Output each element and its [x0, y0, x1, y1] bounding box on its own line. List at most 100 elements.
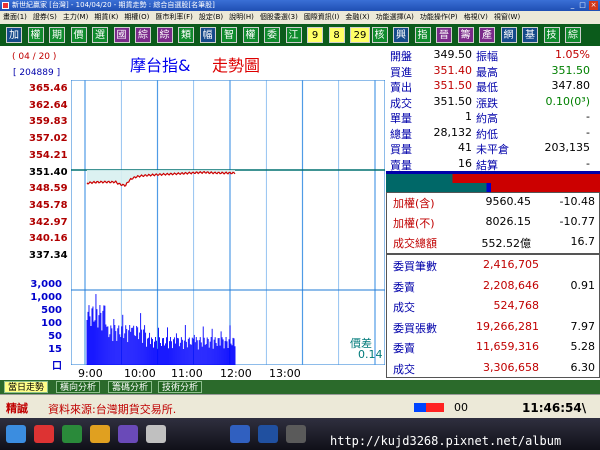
quote-value: 1	[465, 110, 472, 123]
order-stat-value: 11,659,316	[476, 340, 539, 353]
taskbar: http://kujd3268.pixnet.net/album	[0, 418, 600, 450]
tab-2[interactable]: 橫向分析	[56, 381, 101, 393]
buy-sell-strength-bars	[386, 174, 600, 192]
tab-1[interactable]: 當日走勢	[4, 381, 49, 393]
menu-item[interactable]: 匯市利率(F)	[152, 11, 196, 24]
toolbar-button[interactable]: 權	[242, 27, 259, 43]
toolbar-button[interactable]: 江	[285, 27, 302, 43]
toolbar-button[interactable]: 核	[371, 27, 388, 43]
toolbar-button[interactable]: 國	[113, 27, 130, 43]
close-button[interactable]: ×	[589, 1, 598, 10]
index-change: 16.7	[570, 235, 596, 248]
quote-label-2: 最低	[476, 81, 498, 94]
quote-label-2: 約低	[476, 127, 498, 141]
index-label: 成交總額	[393, 237, 437, 250]
menu-item[interactable]: 格視(V)	[461, 11, 491, 24]
quote-row: 開盤 349.50 振幅 1.05%	[386, 48, 600, 63]
toolbar-button[interactable]: 網	[500, 27, 517, 43]
menu-item[interactable]: 個股委選(3)	[257, 11, 301, 24]
tab-4[interactable]: 技術分析	[158, 381, 203, 393]
toolbar-button[interactable]: 期	[49, 27, 65, 43]
price-tick-label: 345.78	[29, 199, 68, 211]
intraday-chart[interactable]	[71, 80, 385, 365]
toolbar-button[interactable]: 權	[27, 27, 44, 43]
status-count: 00	[454, 401, 468, 414]
time-tick-label: 13:00	[269, 367, 301, 380]
app-icon-1[interactable]	[34, 425, 54, 443]
menu-item[interactable]: 功能操作(P)	[417, 11, 461, 24]
price-tick-label: 342.97	[29, 216, 68, 228]
toolbar-button[interactable]: 指	[414, 27, 431, 43]
strength-bar-bottom	[386, 183, 600, 192]
quote-row: 總量 28,132 約低 -	[386, 126, 600, 141]
toolbar-button[interactable]: 晉	[436, 27, 452, 43]
maximize-button[interactable]: □	[578, 1, 587, 10]
quote-value-2: -	[586, 156, 590, 170]
toolbar-button[interactable]: 基	[522, 27, 538, 43]
app-icon-4[interactable]	[118, 425, 138, 443]
toolbar-button[interactable]: 價	[70, 27, 87, 43]
quote-label: 買量	[390, 143, 412, 156]
menu-item[interactable]: 功能選擇(A)	[373, 11, 417, 24]
quote-label-2: 漲跌	[476, 96, 498, 110]
quote-value-2: 0.10(0³)	[545, 94, 590, 108]
menu-item[interactable]: 說明(H)	[226, 11, 257, 24]
toolbar-button[interactable]: 產	[479, 27, 495, 43]
volume-tick-label: 500	[41, 305, 62, 316]
toolbar-button[interactable]: 技	[543, 27, 560, 43]
toolbar-button[interactable]: 委	[264, 27, 280, 43]
toolbar-button[interactable]: 29	[350, 27, 370, 43]
app-icon-5[interactable]	[146, 425, 166, 443]
time-tick-label: 10:00	[124, 367, 156, 380]
start-icon[interactable]	[6, 425, 26, 443]
menu-item[interactable]: 證券(S)	[30, 11, 60, 24]
minimize-button[interactable]: _	[568, 1, 577, 10]
menu-item[interactable]: 畫面(1)	[0, 11, 30, 24]
time-tick-label: 12:00	[220, 367, 252, 380]
connection-lamp-icon	[414, 403, 444, 412]
toolbar-button[interactable]: 8	[328, 27, 345, 43]
toolbar-button[interactable]: 籌	[457, 27, 474, 43]
quote-value-2: -	[586, 125, 590, 139]
toolbar-button[interactable]: 綜	[135, 27, 151, 43]
menu-item[interactable]: 設定(B)	[196, 11, 226, 24]
menu-item[interactable]: 金融(X)	[342, 11, 372, 24]
toolbar-button[interactable]: 幅	[199, 27, 216, 43]
toolbar-button[interactable]: 9	[307, 27, 323, 43]
app-icon-2[interactable]	[62, 425, 82, 443]
app-icon-3[interactable]	[90, 425, 110, 443]
analysis-tabs: 當日走勢 橫向分析 籌碼分析 技術分析	[0, 380, 600, 394]
quote-value: 351.40	[433, 63, 473, 77]
menu-item[interactable]: 期貨(K)	[91, 11, 121, 24]
order-stat-ratio: 0.91	[570, 278, 596, 292]
toolbar-button[interactable]: 興	[393, 27, 409, 43]
menu-item[interactable]: 視窗(W)	[491, 11, 523, 24]
tab-3[interactable]: 籌碼分析	[108, 381, 153, 393]
index-row: 加權(含) 9560.45 -10.48	[387, 193, 600, 213]
menu-item[interactable]: 國際資訊(I)	[301, 11, 343, 24]
quote-label: 成交	[390, 96, 412, 110]
menu-item[interactable]: 主力(M)	[60, 11, 92, 24]
title-bar: 新世紀贏家 [台灣] - 104/04/20 - 期貨走勢 : 綜合自選股[名筆…	[0, 0, 600, 11]
quote-label: 開盤	[390, 50, 412, 63]
chart-date: ( 04 / 20 )	[12, 52, 57, 62]
index-row: 成交總額 552.52億 16.7	[387, 233, 600, 253]
order-stat-value: 2,208,646	[483, 278, 539, 292]
order-stat-ratio: 6.30	[570, 360, 596, 374]
menu-item[interactable]: 期權(O)	[121, 11, 152, 24]
toolbar-button[interactable]: 類	[178, 27, 194, 43]
toolbar-button[interactable]: 智	[221, 27, 237, 43]
app-icon-8[interactable]	[286, 425, 306, 443]
toolbar-button[interactable]: 綜	[565, 27, 581, 43]
price-tick-label: 359.83	[29, 116, 68, 128]
order-stats-panel: 委買筆數 2,416,705 委賣 2,208,646 0.91 成交 524,768 委買張…	[386, 254, 600, 378]
app-icon-6[interactable]	[230, 425, 250, 443]
toolbar-button[interactable]: 加	[6, 27, 22, 43]
app-icon-7[interactable]	[258, 425, 278, 443]
spread-value: 0.14	[358, 348, 383, 361]
toolbar-button[interactable]: 選	[92, 27, 108, 43]
order-stat-label: 委賣	[393, 280, 415, 294]
volume-tick-label: 1,000	[30, 292, 62, 303]
toolbar-button[interactable]: 綜	[156, 27, 173, 43]
quote-label: 單量	[390, 112, 412, 125]
